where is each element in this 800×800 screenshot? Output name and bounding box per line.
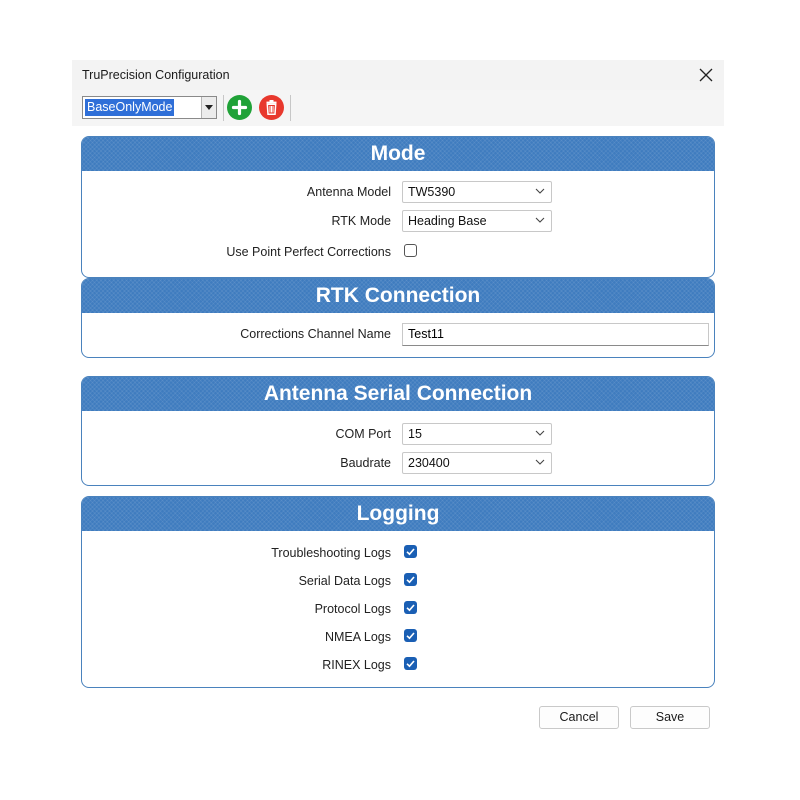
close-button[interactable] — [694, 63, 718, 87]
troubleshooting-logs-checkbox[interactable] — [404, 545, 417, 558]
configuration-dialog: TruPrecision Configuration BaseOnlyMode — [72, 60, 724, 736]
profile-select[interactable]: BaseOnlyMode — [82, 96, 217, 119]
point-perfect-label: Use Point Perfect Corrections — [226, 245, 391, 259]
cancel-button[interactable]: Cancel — [539, 706, 619, 729]
channel-name-label: Corrections Channel Name — [240, 327, 391, 341]
com-port-select[interactable]: 15 — [402, 423, 552, 445]
nmea-logs-label: NMEA Logs — [324, 630, 391, 644]
protocol-logs-label: Protocol Logs — [314, 602, 391, 616]
rtk-mode-row: RTK Mode Heading Base — [82, 210, 714, 234]
section-heading-antenna-serial: Antenna Serial Connection — [82, 377, 714, 411]
log-option-row: Troubleshooting Logs — [82, 542, 714, 566]
toolbar-separator — [223, 95, 224, 121]
com-port-row: COM Port 15 — [82, 423, 714, 447]
log-option-row: NMEA Logs — [82, 626, 714, 650]
delete-profile-button[interactable] — [259, 95, 284, 120]
point-perfect-row: Use Point Perfect Corrections — [82, 241, 714, 265]
com-port-value: 15 — [408, 427, 422, 441]
rinex-logs-label: RINEX Logs — [322, 658, 391, 672]
toolbar-separator — [290, 95, 291, 121]
baudrate-label: Baudrate — [340, 456, 391, 470]
chevron-down-icon — [535, 188, 545, 194]
plus-icon — [231, 99, 248, 116]
mode-section: Mode Antenna Model TW5390 RTK Mode Headi… — [81, 136, 715, 278]
log-option-row: Serial Data Logs — [82, 570, 714, 594]
serial-data-logs-label: Serial Data Logs — [298, 574, 391, 588]
profile-select-value: BaseOnlyMode — [85, 99, 175, 116]
baudrate-select[interactable]: 230400 — [402, 452, 552, 474]
rtk-mode-label: RTK Mode — [331, 214, 391, 228]
baudrate-row: Baudrate 230400 — [82, 452, 714, 476]
chevron-down-icon — [535, 459, 545, 465]
antenna-model-label: Antenna Model — [306, 185, 391, 199]
check-icon — [406, 548, 415, 556]
channel-name-row: Corrections Channel Name Test11 — [82, 323, 714, 347]
toolbar: BaseOnlyMode — [72, 90, 724, 126]
log-option-row: RINEX Logs — [82, 654, 714, 678]
trash-icon — [266, 100, 277, 115]
check-icon — [406, 576, 415, 584]
antenna-model-value: TW5390 — [408, 185, 456, 199]
antenna-serial-section: Antenna Serial Connection COM Port 15 Ba… — [81, 376, 715, 486]
section-heading-mode: Mode — [82, 137, 714, 171]
add-profile-button[interactable] — [227, 95, 252, 120]
check-icon — [406, 660, 415, 668]
channel-name-input[interactable]: Test11 — [402, 323, 709, 346]
rinex-logs-checkbox[interactable] — [404, 657, 417, 670]
section-heading-rtk-connection: RTK Connection — [82, 279, 714, 313]
antenna-model-row: Antenna Model TW5390 — [82, 181, 714, 205]
point-perfect-checkbox[interactable] — [404, 244, 417, 257]
protocol-logs-checkbox[interactable] — [404, 601, 417, 614]
rtk-connection-section: RTK Connection Corrections Channel Name … — [81, 278, 715, 358]
close-icon — [699, 68, 713, 82]
rtk-mode-select[interactable]: Heading Base — [402, 210, 552, 232]
dropdown-arrow-icon[interactable] — [201, 97, 216, 118]
serial-data-logs-checkbox[interactable] — [404, 573, 417, 586]
logging-section: Logging Troubleshooting Logs Serial Data… — [81, 496, 715, 688]
check-icon — [406, 604, 415, 612]
troubleshooting-logs-label: Troubleshooting Logs — [271, 546, 391, 560]
window-title: TruPrecision Configuration — [82, 68, 230, 82]
chevron-down-icon — [535, 430, 545, 436]
section-heading-logging: Logging — [82, 497, 714, 531]
save-button[interactable]: Save — [630, 706, 710, 729]
log-option-row: Protocol Logs — [82, 598, 714, 622]
antenna-model-select[interactable]: TW5390 — [402, 181, 552, 203]
check-icon — [406, 632, 415, 640]
rtk-mode-value: Heading Base — [408, 214, 487, 228]
com-port-label: COM Port — [335, 427, 391, 441]
title-bar: TruPrecision Configuration — [72, 60, 724, 90]
baudrate-value: 230400 — [408, 456, 450, 470]
nmea-logs-checkbox[interactable] — [404, 629, 417, 642]
chevron-down-icon — [535, 217, 545, 223]
